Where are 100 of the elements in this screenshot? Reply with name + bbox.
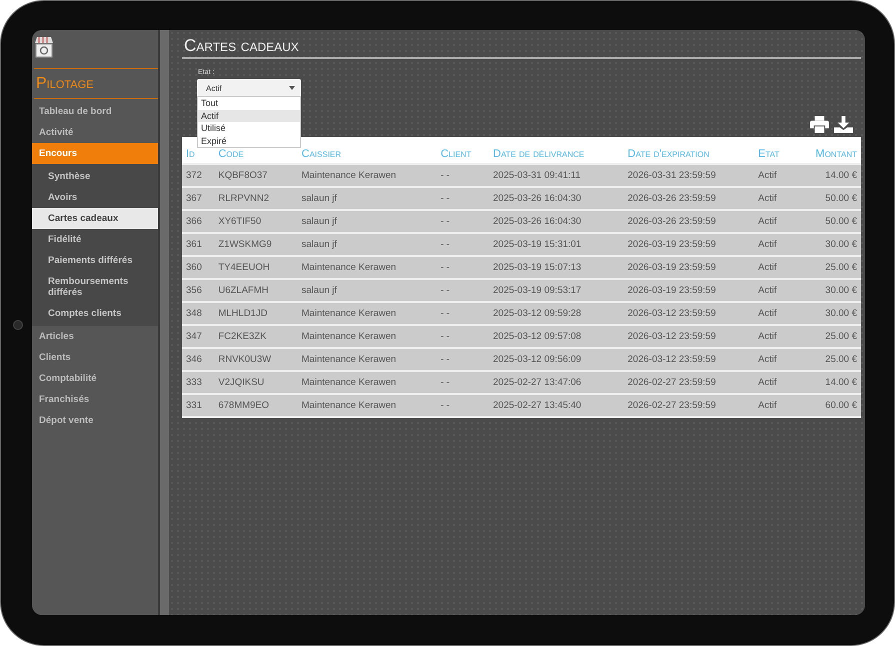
dropdown-option[interactable]: Utilisé [198,122,300,134]
table-cell: Maintenance Kerawen [298,302,437,325]
table-cell: 2025-02-27 13:45:40 [489,394,624,417]
table-cell: Z1WSKMG9 [214,233,298,256]
table-cell: U6ZLAFMH [214,279,298,302]
table-cell: - - [436,371,489,394]
column-header: Id [186,148,195,160]
table-cell: 2025-02-27 13:47:06 [489,371,624,394]
nav-item[interactable]: Encours [32,143,158,164]
table-cell: Actif [754,394,794,417]
dropdown-option[interactable]: Actif [198,110,300,122]
table-cell: 2026-03-19 23:59:59 [624,256,754,279]
submenu-item[interactable]: Paiements différés [32,250,158,271]
status-dropdown[interactable]: Actif [197,79,301,97]
table-cell: Maintenance Kerawen [298,394,437,417]
table-cell: - - [436,394,489,417]
table-cell: 2025-03-26 16:04:30 [489,210,624,233]
table-cell: 348 [182,302,214,325]
table-cell: 367 [182,187,214,210]
table-cell: - - [436,348,489,371]
column-header: Etat [758,148,780,160]
table-cell: - - [436,164,489,187]
table-cell: Actif [754,348,794,371]
table-cell: 30.00 € [794,233,861,256]
table-cell: 2026-03-12 23:59:59 [624,348,754,371]
nav-item[interactable]: Franchisés [32,389,158,410]
nav-item[interactable]: Tableau de bord [32,101,158,122]
table-cell: 356 [182,279,214,302]
table-cell: Maintenance Kerawen [298,256,437,279]
table-cell: - - [436,325,489,348]
table-cell: salaun jf [298,210,437,233]
table-cell: 361 [182,233,214,256]
dropdown-option[interactable]: Tout [198,97,300,110]
table-cell: 333 [182,371,214,394]
submenu-item[interactable]: Synthèse [32,166,158,187]
table-cell: Actif [754,233,794,256]
nav-item[interactable]: Dépot vente [32,410,158,431]
submenu-item[interactable]: Cartes cadeaux [32,208,158,229]
table-cell: 50.00 € [794,210,861,233]
nav-item[interactable]: Clients [32,347,158,368]
table-cell: Actif [754,279,794,302]
table-cell: 2026-03-12 23:59:59 [624,325,754,348]
table-cell: 25.00 € [794,325,861,348]
table-cell: Actif [754,302,794,325]
table-cell: - - [436,210,489,233]
table-cell: Actif [754,325,794,348]
table-cell: salaun jf [298,187,437,210]
submenu-item[interactable]: Remboursements différés [32,271,158,303]
table-cell: KQBF8O37 [214,164,298,187]
table-cell: - - [436,302,489,325]
table-cell: 2025-03-26 16:04:30 [489,187,624,210]
dropdown-option[interactable]: Expiré [198,134,300,147]
table-cell: Actif [754,187,794,210]
column-header: Montant [816,148,857,160]
table-cell: salaun jf [298,233,437,256]
table-cell: 331 [182,394,214,417]
table-cell: 25.00 € [794,348,861,371]
table-cell: 2026-02-27 23:59:59 [624,371,754,394]
table-cell: - - [436,279,489,302]
page-title: Cartes cadeaux [182,36,861,59]
table-cell: 2025-03-12 09:56:09 [489,348,624,371]
table-cell: Maintenance Kerawen [298,371,437,394]
print-icon[interactable] [810,116,829,133]
table-cell: 346 [182,348,214,371]
nav-item[interactable]: Comptabilité [32,368,158,389]
table-cell: RNVK0U3W [214,348,298,371]
table-cell: Actif [754,371,794,394]
table-cell: 2025-03-19 15:07:13 [489,256,624,279]
nav-item[interactable]: Activité [32,122,158,143]
table-cell: XY6TIF50 [214,210,298,233]
table-cell: 30.00 € [794,302,861,325]
column-header: Client [440,148,472,160]
table-cell: - - [436,233,489,256]
submenu-item[interactable]: Avoirs [32,187,158,208]
table-cell: 2025-03-12 09:57:08 [489,325,624,348]
column-header: Caissier [302,148,342,160]
table-cell: 2025-03-19 15:31:01 [489,233,624,256]
table-cell: 25.00 € [794,256,861,279]
column-header: Date de délivrance [493,148,584,160]
table-cell: - - [436,187,489,210]
table-cell: Maintenance Kerawen [298,325,437,348]
table-cell: - - [436,256,489,279]
table-cell: 14.00 € [794,371,861,394]
section-title: Pilotage [35,74,95,94]
download-icon[interactable] [834,116,853,133]
table-cell: 360 [182,256,214,279]
table-cell: 2026-03-19 23:59:59 [624,279,754,302]
submenu-item[interactable]: Comptes clients [32,303,158,324]
table-cell: 678MM9EO [214,394,298,417]
table-cell: salaun jf [298,279,437,302]
table-cell: 347 [182,325,214,348]
table-cell: RLRPVNN2 [214,187,298,210]
submenu-item[interactable]: Fidélité [32,229,158,250]
nav-item[interactable]: Articles [32,326,158,347]
caret-icon [289,86,295,90]
table-cell: 30.00 € [794,279,861,302]
table-cell: 2026-03-26 23:59:59 [624,187,754,210]
table-cell: 2026-02-27 23:59:59 [624,394,754,417]
table-cell: 2025-03-19 09:53:17 [489,279,624,302]
table-cell: FC2KE3ZK [214,325,298,348]
